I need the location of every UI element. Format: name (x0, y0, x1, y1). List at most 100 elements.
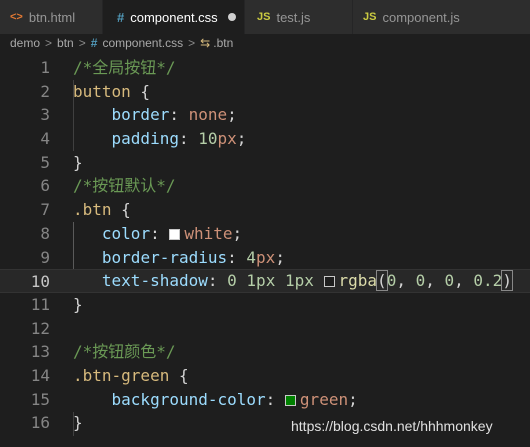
line-number: 4 (40, 129, 50, 149)
color-swatch-icon[interactable] (323, 276, 335, 288)
code-line[interactable]: 9 border-radius: 4px; (0, 246, 530, 270)
code-editor[interactable]: 1 /*全局按钮*/ 2 button { 3 border: none; 4 … (0, 56, 530, 436)
code-number: 0 (227, 271, 237, 291)
js-file-icon: JS (363, 11, 377, 23)
code-function: rgba (338, 271, 378, 291)
code-semicolon: ; (348, 389, 358, 409)
tab-component-css[interactable]: # component.css (103, 0, 245, 34)
line-number: 9 (40, 247, 50, 267)
breadcrumb: demo > btn > # component.css > ⇆ .btn (0, 34, 530, 52)
code-colon: : (265, 389, 285, 409)
code-unit: px (217, 129, 237, 149)
code-colon: : (150, 223, 170, 243)
line-number: 11 (30, 294, 50, 314)
code-line[interactable]: 3 border: none; (0, 103, 530, 127)
code-brace: { (130, 81, 151, 101)
code-property: border (111, 105, 170, 125)
code-value: green (299, 389, 349, 409)
line-number: 8 (40, 223, 50, 243)
code-property: border-radius (101, 247, 228, 267)
code-line[interactable]: 1 /*全局按钮*/ (0, 56, 530, 80)
css-file-icon: # (117, 9, 125, 25)
tab-test-js[interactable]: JS test.js (245, 0, 353, 34)
chevron-right-icon: > (78, 36, 86, 50)
tab-component-js[interactable]: JS component.js (353, 0, 530, 34)
tab-btn-html[interactable]: <> btn.html (0, 0, 103, 34)
code-property: background-color (111, 389, 266, 409)
code-semicolon: ; (232, 223, 243, 243)
code-brace: } (73, 152, 83, 172)
code-semicolon: ; (227, 105, 237, 125)
line-number: 13 (30, 342, 50, 362)
code-line[interactable]: 11 } (0, 293, 530, 317)
code-line[interactable]: 13 /*按钮颜色*/ (0, 340, 530, 364)
line-number: 2 (40, 81, 50, 101)
code-colon: : (178, 129, 199, 149)
code-selector: button (73, 81, 131, 101)
code-line[interactable]: 15 background-color: green; (0, 388, 530, 412)
tab-label: component.js (382, 9, 460, 25)
line-number: 7 (40, 200, 50, 220)
code-line[interactable]: 7 .btn { (0, 198, 530, 222)
code-property: padding (111, 129, 179, 149)
breadcrumb-item[interactable]: btn (57, 36, 74, 50)
code-line[interactable]: 4 padding: 10px; (0, 127, 530, 151)
watermark: https://blog.csdn.net/hhhmonkey (291, 418, 493, 434)
chevron-right-icon: > (45, 36, 53, 50)
line-number: 5 (40, 152, 50, 172)
css-file-icon: # (90, 36, 98, 50)
code-property: text-shadow (101, 271, 208, 291)
code-line[interactable]: 6 /*按钮默认*/ (0, 174, 530, 198)
code-comma: , (425, 271, 445, 291)
color-swatch-icon[interactable] (169, 228, 181, 240)
code-colon: : (207, 271, 228, 291)
code-number: 0 (386, 271, 397, 291)
code-comma: , (396, 271, 416, 291)
code-number: 0 (444, 271, 455, 291)
code-brace: } (73, 413, 83, 433)
code-number: 10 (198, 129, 218, 149)
unsaved-dot-icon[interactable] (227, 13, 236, 21)
code-selector: .btn (73, 200, 112, 220)
line-number: 3 (40, 105, 50, 125)
line-number: 1 (40, 58, 50, 77)
code-line-current[interactable]: 10 text-shadow: 0 1px 1px rgba(0, 0, 0, … (0, 269, 530, 293)
code-number: 0 (415, 271, 426, 291)
code-value: white (184, 223, 233, 243)
tab-label: btn.html (28, 9, 76, 25)
code-colon: : (169, 105, 189, 125)
code-line[interactable]: 12 (0, 317, 530, 341)
code-number: 1px (246, 271, 276, 291)
tab-bar: <> btn.html # component.css JS test.js J… (0, 0, 530, 34)
line-number: 6 (40, 176, 50, 196)
color-swatch-icon[interactable] (284, 394, 296, 406)
code-unit: px (256, 247, 276, 267)
chevron-right-icon: > (188, 36, 196, 50)
code-selector: .btn-green (73, 365, 170, 385)
line-number: 10 (30, 272, 50, 292)
code-comma: , (454, 271, 474, 291)
tab-label: component.css (130, 9, 218, 25)
code-brace: { (169, 365, 189, 385)
code-semicolon: ; (275, 247, 285, 267)
code-number: 0.2 (473, 271, 503, 291)
line-number: 14 (30, 365, 50, 385)
code-line[interactable]: 14 .btn-green { (0, 364, 530, 388)
code-brace: } (73, 294, 83, 314)
line-number: 16 (30, 413, 50, 433)
tab-label: test.js (276, 9, 311, 25)
code-line[interactable]: 8 color: white; (0, 222, 530, 246)
code-line[interactable]: 2 button { (0, 80, 530, 104)
code-line[interactable]: 5 } (0, 151, 530, 175)
breadcrumb-item[interactable]: demo (10, 36, 40, 50)
code-comment: /*按钮默认*/ (73, 176, 176, 196)
code-number: 4 (246, 247, 257, 267)
breadcrumb-item[interactable]: component.css (102, 36, 183, 50)
breadcrumb-item[interactable]: .btn (213, 36, 233, 50)
code-number: 1px (284, 271, 314, 291)
